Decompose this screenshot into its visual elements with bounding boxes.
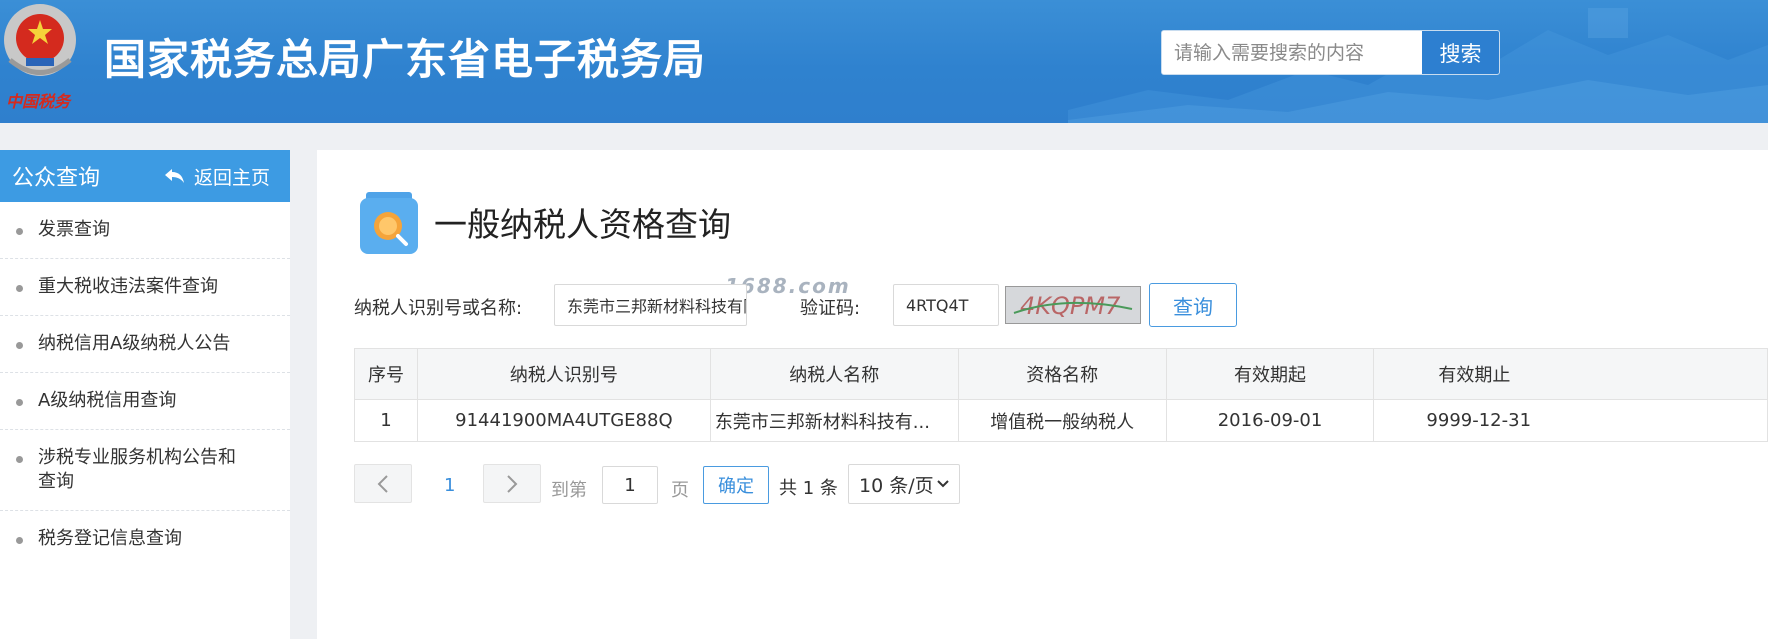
chevron-down-icon — [937, 480, 949, 488]
sidebar-item-invoice-query[interactable]: 发票查询 — [0, 202, 290, 259]
tax-emblem-logo: 中国税务 — [0, 0, 82, 112]
table-cell: 91441900MA4UTGE88Q — [416, 399, 711, 442]
header-banner: 中国税务 国家税务总局广东省电子税务局 搜索 — [0, 0, 1768, 123]
bullet-icon — [16, 228, 23, 235]
chevron-left-icon — [377, 474, 388, 493]
table-header-row: 序号 纳税人识别号 纳税人名称 资格名称 有效期起 有效期止 — [354, 348, 1768, 400]
chevron-right-icon — [507, 474, 518, 493]
bullet-icon — [16, 342, 23, 349]
captcha-image[interactable]: 4KQPM7 — [1005, 286, 1141, 324]
site-title: 国家税务总局广东省电子税务局 — [104, 35, 707, 84]
column-header: 纳税人识别号 — [416, 348, 711, 400]
goto-page-input[interactable]: 1 — [602, 466, 658, 504]
page-number-current[interactable]: 1 — [444, 475, 455, 496]
bullet-icon — [16, 399, 23, 406]
captcha-input[interactable]: 4RTQ4T — [893, 284, 999, 326]
page-size-select[interactable]: 10 条/页 — [848, 464, 960, 504]
sidebar-header: 公众查询 返回主页 — [0, 150, 290, 202]
result-table: 序号 纳税人识别号 纳税人名称 资格名称 有效期起 有效期止 1 9144190… — [354, 348, 1768, 442]
search-document-icon — [360, 192, 418, 254]
sidebar: 公众查询 返回主页 发票查询 重大税收违法案件查询 纳税信用A级纳税人公告 A级… — [0, 150, 290, 639]
column-header: 资格名称 — [957, 348, 1167, 400]
sidebar-title: 公众查询 — [12, 166, 101, 191]
sidebar-item-a-level-announcement[interactable]: 纳税信用A级纳税人公告 — [0, 316, 290, 373]
page-title: 一般纳税人资格查询 — [434, 205, 731, 244]
sidebar-item-tax-violation-query[interactable]: 重大税收违法案件查询 — [0, 259, 290, 316]
taxpayer-input[interactable]: 东莞市三邦新材料科技有限公司 — [554, 284, 747, 326]
search-button[interactable]: 搜索 — [1421, 31, 1499, 74]
sidebar-item-label: 重大税收违法案件查询 — [38, 276, 218, 297]
column-header: 序号 — [354, 348, 418, 400]
table-cell: 1 — [354, 399, 418, 442]
table-cell: 9999-12-31 — [1373, 399, 1768, 442]
table-cell: 增值税一般纳税人 — [957, 399, 1167, 442]
return-arrow-icon — [164, 169, 184, 183]
prev-page-button[interactable] — [354, 464, 412, 503]
page-size-value: 10 条/页 — [859, 474, 934, 497]
search-box: 搜索 — [1161, 30, 1500, 75]
sidebar-item-label: 税务登记信息查询 — [38, 528, 182, 549]
table-cell: 东莞市三邦新材料科技有... — [709, 399, 959, 442]
sidebar-item-label: 涉税专业服务机构公告和查询 — [38, 447, 236, 492]
back-home-label: 返回主页 — [193, 166, 270, 189]
sidebar-item-tax-service-agency[interactable]: 涉税专业服务机构公告和查询 — [0, 430, 290, 511]
emblem-caption: 中国税务 — [6, 92, 71, 111]
sidebar-item-label: A级纳税信用查询 — [38, 390, 177, 411]
goto-label: 到第 — [551, 480, 587, 501]
confirm-button[interactable]: 确定 — [703, 466, 769, 504]
next-page-button[interactable] — [483, 464, 541, 503]
sidebar-item-a-level-credit-query[interactable]: A级纳税信用查询 — [0, 373, 290, 430]
sidebar-item-label: 纳税信用A级纳税人公告 — [38, 333, 231, 354]
column-header: 有效期止 — [1373, 348, 1768, 400]
main-content: 一般纳税人资格查询 1688.com 纳税人识别号或名称: 东莞市三邦新材料科技… — [317, 150, 1768, 639]
captcha-label: 验证码: — [800, 298, 861, 319]
bullet-icon — [16, 456, 23, 463]
query-button[interactable]: 查询 — [1149, 283, 1237, 327]
table-row: 1 91441900MA4UTGE88Q 东莞市三邦新材料科技有... 增值税一… — [354, 399, 1768, 442]
search-input[interactable] — [1162, 31, 1421, 74]
sidebar-item-tax-registration-query[interactable]: 税务登记信息查询 — [0, 511, 290, 568]
sidebar-item-label: 发票查询 — [38, 219, 110, 240]
captcha-text: 4KQPM7 — [1020, 292, 1121, 320]
column-header: 纳税人名称 — [709, 348, 959, 400]
page-unit-label: 页 — [671, 480, 689, 501]
back-home-link[interactable]: 返回主页 — [164, 163, 270, 190]
taxpayer-label: 纳税人识别号或名称: — [354, 298, 523, 319]
total-count: 共 1 条 — [779, 478, 838, 499]
column-header: 有效期起 — [1165, 348, 1375, 400]
table-cell: 2016-09-01 — [1165, 399, 1375, 442]
bullet-icon — [16, 285, 23, 292]
bullet-icon — [16, 537, 23, 544]
